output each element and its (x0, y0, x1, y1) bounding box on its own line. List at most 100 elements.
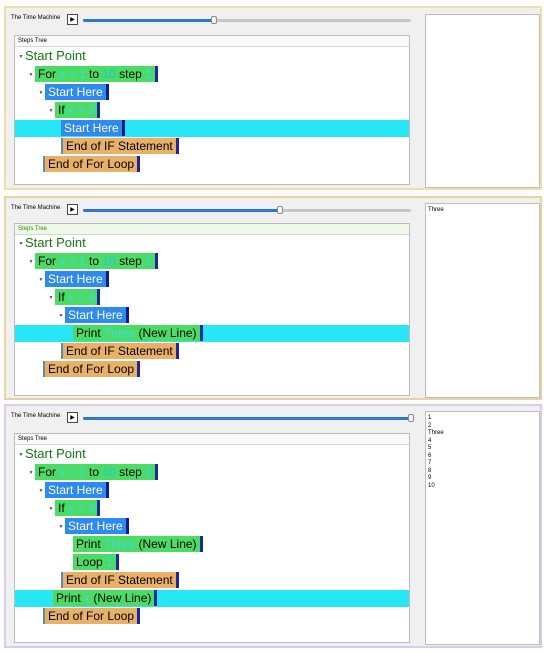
for-step-value: 1 (145, 254, 152, 268)
for-chip: For x = 1 to 10 step 1 (35, 464, 158, 480)
tree-node-start-here[interactable]: ▼ Start Here (37, 482, 109, 498)
output-line: 8 (428, 467, 432, 474)
time-machine-panel-1: The Time Machine ▶ Steps Tree ▼ Start Poi… (4, 6, 542, 190)
loop-keyword: Loop (76, 555, 103, 569)
slider-fill (83, 417, 411, 420)
for-step-value: 1 (145, 67, 152, 81)
tree-node-end-for[interactable]: End of For Loop (43, 361, 141, 377)
steps-tree-header: Steps Tree (15, 434, 409, 445)
node-label: Start Here (61, 120, 125, 136)
print-value: Three (103, 537, 136, 551)
time-slider[interactable] (83, 16, 411, 24)
output-line: 9 (428, 475, 432, 481)
tree-node-start-here[interactable]: ▼ Start Here (37, 271, 109, 287)
tree-node-print[interactable]: Print Three (New Line) (73, 536, 203, 552)
play-button[interactable]: ▶ (67, 204, 78, 215)
node-label: End of IF Statement (61, 572, 179, 588)
play-icon: ▶ (70, 206, 75, 213)
tree-node-start-here[interactable]: ▼ Start Here (57, 307, 129, 323)
print-newline: (New Line) (138, 537, 197, 551)
for-chip: For x = 1 to 10 step 1 (35, 66, 158, 82)
time-slider[interactable] (83, 206, 411, 214)
node-label: End of For Loop (43, 608, 141, 624)
tree-node-start-point[interactable]: ▼ Start Point (17, 235, 86, 251)
play-button[interactable]: ▶ (67, 14, 78, 25)
output-line: Three (428, 207, 444, 213)
if-chip: If x = 3 (55, 289, 101, 305)
tree-node-if[interactable]: ▼ If x = 3 (47, 102, 101, 118)
tree-node-start-point[interactable]: ▼ Start Point (17, 48, 86, 64)
tree-node-end-if[interactable]: End of IF Statement (61, 343, 179, 359)
print-chip: Print Three (New Line) (73, 325, 203, 341)
toolbar: The Time Machine ▶ (11, 411, 414, 425)
print-keyword: Print (56, 591, 81, 605)
print-newline: (New Line) (93, 591, 152, 605)
loop-chip: Loop 1 (73, 554, 119, 570)
tree-node-end-for[interactable]: End of For Loop (43, 156, 141, 172)
for-variable: x = 1 (59, 465, 86, 479)
loop-value: 1 (106, 555, 113, 569)
output-console (425, 14, 540, 188)
chevron-down-icon: ▼ (38, 487, 44, 494)
for-end: 10 (102, 465, 116, 479)
play-button[interactable]: ▶ (67, 412, 78, 423)
print-keyword: Print (76, 537, 101, 551)
for-end: 10 (102, 254, 116, 268)
if-keyword: If (58, 501, 65, 515)
for-keyword: For (38, 465, 56, 479)
output-line: 5 (428, 445, 432, 451)
chevron-down-icon: ▼ (18, 451, 24, 458)
node-label: End of IF Statement (61, 343, 179, 359)
for-variable: x = 1 (59, 254, 86, 268)
chevron-down-icon: ▼ (58, 312, 64, 319)
tree-node-start-here[interactable]: ▼ Start Here (57, 518, 129, 534)
tree-node-if[interactable]: ▼ If x = 3 (47, 500, 101, 516)
for-keyword: For (38, 67, 56, 81)
node-label: Start Point (25, 235, 86, 250)
time-machine-panel-3: The Time Machine ▶ Steps Tree ▼ Start Poi… (4, 404, 542, 648)
tree-node-print-x[interactable]: Print x (New Line) (53, 590, 158, 606)
tree-node-for[interactable]: ▼ For x = 1 to 10 step 1 (27, 66, 158, 82)
slider-thumb[interactable] (408, 414, 414, 422)
chevron-down-icon: ▼ (28, 469, 34, 476)
tree-node-start-point[interactable]: ▼ Start Point (17, 446, 86, 462)
chevron-down-icon: ▼ (38, 89, 44, 96)
tree-node-if[interactable]: ▼ If x = 3 (47, 289, 101, 305)
node-label: End of For Loop (43, 361, 141, 377)
chevron-down-icon: ▼ (38, 276, 44, 283)
for-step: step (119, 465, 142, 479)
print-value: x (84, 591, 91, 605)
for-step-value: 1 (145, 465, 152, 479)
slider-thumb[interactable] (211, 16, 218, 24)
output-console: Three (425, 203, 540, 398)
tree-node-loop[interactable]: Loop 1 (73, 554, 119, 570)
tree-node-end-if[interactable]: End of IF Statement (61, 572, 179, 588)
tree-node-start-here[interactable]: ▼ Start Here (37, 84, 109, 100)
tree-node-end-if[interactable]: End of IF Statement (61, 138, 179, 154)
node-label: Start Here (45, 271, 109, 287)
for-chip: For x = 1 to 10 step 1 (35, 253, 158, 269)
for-to: to (89, 67, 100, 81)
tree-node-start-here[interactable]: Start Here (61, 120, 125, 136)
slider-thumb[interactable] (276, 206, 283, 214)
play-icon: ▶ (70, 16, 75, 23)
if-keyword: If (58, 103, 65, 117)
for-variable: x = 1 (59, 67, 86, 81)
if-chip: If x = 3 (55, 102, 101, 118)
tree-node-end-for[interactable]: End of For Loop (43, 608, 141, 624)
time-slider[interactable] (83, 414, 414, 422)
tree-node-print[interactable]: Print Three (New Line) (73, 325, 203, 341)
steps-tree: Steps Tree ▼ Start Point ▼ For x = 1 to 10… (14, 35, 410, 185)
print-keyword: Print (76, 326, 101, 340)
slider-fill (83, 19, 215, 22)
output-line: 10 (428, 482, 435, 489)
output-line: 1 (428, 415, 432, 421)
tree-node-for[interactable]: ▼ For x = 1 to 10 step 1 (27, 253, 158, 269)
tree-node-for[interactable]: ▼ For x = 1 to 10 step 1 (27, 464, 158, 480)
toolbar: The Time Machine ▶ (11, 203, 411, 217)
if-condition: x = 3 (68, 501, 95, 515)
time-machine-label: The Time Machine (11, 413, 61, 419)
steps-tree: Steps Tree ▼ Start Point ▼ For x = 1 to 10… (14, 223, 410, 396)
for-end: 10 (102, 67, 116, 81)
output-line: Three (428, 430, 444, 436)
